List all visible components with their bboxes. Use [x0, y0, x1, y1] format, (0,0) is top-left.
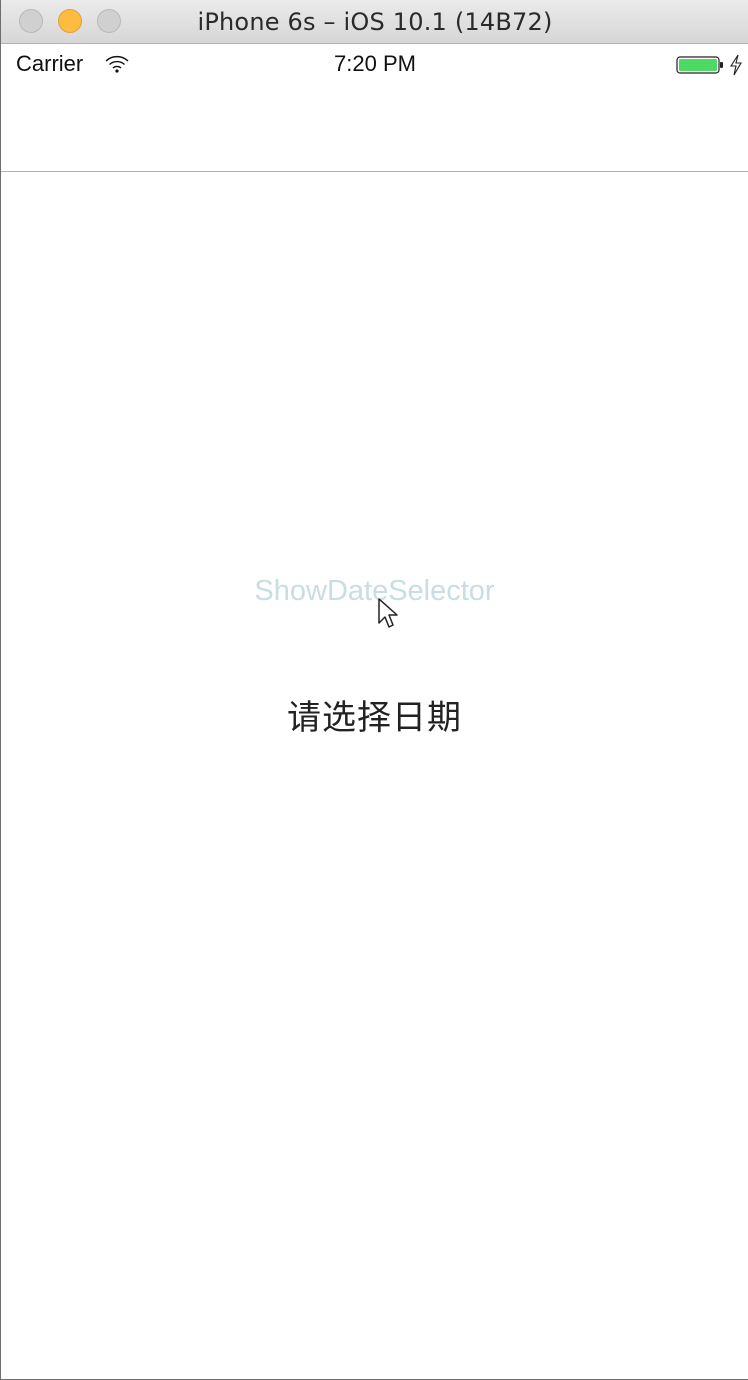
navigation-bar — [1, 84, 748, 172]
status-time: 7:20 PM — [334, 51, 416, 76]
simulator-window: iPhone 6s – iOS 10.1 (14B72) Carrier 7:2… — [0, 0, 748, 1380]
ios-status-bar: Carrier 7:20 PM — [1, 44, 748, 84]
window-title: iPhone 6s – iOS 10.1 (14B72) — [197, 8, 553, 36]
charging-bolt-icon — [729, 54, 742, 76]
battery-icon — [676, 56, 723, 74]
window-title-bar: iPhone 6s – iOS 10.1 (14B72) — [1, 0, 748, 44]
date-label: 请选择日期 — [287, 698, 462, 738]
mouse-cursor-icon — [378, 598, 398, 628]
show-date-selector-button[interactable]: ShowDateSelector — [1, 574, 748, 609]
